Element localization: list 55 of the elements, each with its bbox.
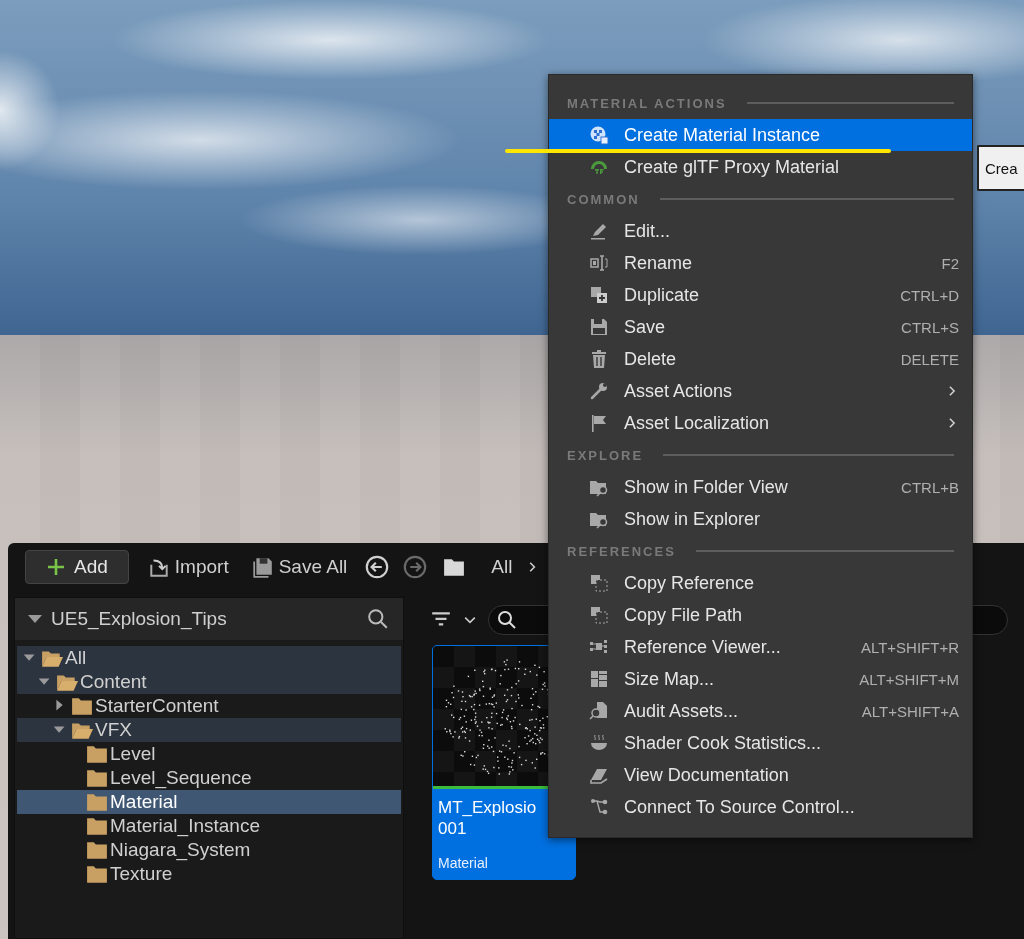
save-all-button[interactable]: Save All (246, 556, 352, 578)
menu-item[interactable]: Create Material Instance (549, 119, 972, 151)
folder-icon (85, 863, 109, 885)
steaming-bowl-icon (589, 733, 609, 753)
folder-tree-item[interactable]: Level (17, 742, 401, 766)
rename-icon (589, 253, 609, 273)
flag-icon (589, 413, 609, 433)
menu-item[interactable]: Asset Localization (549, 407, 972, 439)
folder-tree-item[interactable]: Content (17, 670, 401, 694)
pencil-icon (589, 221, 609, 241)
folder-tree-item[interactable]: StarterContent (17, 694, 401, 718)
project-title: UE5_Explosion_Tips (51, 608, 228, 630)
folder-tree-item[interactable]: Level_Sequence (17, 766, 401, 790)
section-heading: COMMON (567, 191, 640, 207)
menu-item[interactable]: Edit... (549, 215, 972, 247)
floppy-disk-icon (250, 556, 275, 578)
breadcrumb-item[interactable]: All (491, 556, 513, 578)
section-heading: REFERENCES (567, 543, 676, 559)
search-icon (497, 610, 517, 630)
wrench-icon (589, 381, 609, 401)
import-button[interactable]: Import (142, 556, 233, 578)
add-button[interactable]: Add (25, 550, 129, 584)
folder-tree-item[interactable]: Material (17, 790, 401, 814)
folder-icon (85, 791, 109, 813)
menu-item[interactable]: Show in Explorer (549, 503, 972, 535)
menu-item[interactable]: Delete DELETE (549, 343, 972, 375)
folder-tree-item[interactable]: Material_Instance (17, 814, 401, 838)
checker-circle-icon (589, 125, 609, 145)
magnifier-document-icon (589, 701, 609, 721)
folder-tree-item[interactable]: Niagara_System (17, 838, 401, 862)
menu-item[interactable]: Save CTRL+S (549, 311, 972, 343)
menu-item[interactable]: Show in Folder View CTRL+B (549, 471, 972, 503)
duplicate-icon (589, 285, 609, 305)
tooltip-text: Crea (985, 159, 1018, 177)
folder-tree-item[interactable]: Texture (17, 862, 401, 886)
folder-tree-item[interactable]: VFX (17, 718, 401, 742)
folder-tree-item[interactable]: All (17, 646, 401, 670)
section-heading: MATERIAL ACTIONS (567, 95, 727, 111)
branch-nodes-icon (589, 797, 609, 817)
copy-icon (589, 605, 609, 625)
menu-item[interactable]: Duplicate CTRL+D (549, 279, 972, 311)
menu-item[interactable]: Copy File Path (549, 599, 972, 631)
plus-icon (46, 557, 66, 577)
section-heading: EXPLORE (567, 447, 644, 463)
menu-item[interactable]: Copy Reference (549, 567, 972, 599)
menu-item[interactable]: Create glTF Proxy Material (549, 151, 972, 183)
menu-item[interactable]: Asset Actions (549, 375, 972, 407)
search-icon (367, 608, 389, 630)
asset-name: MT_Explosio 001 (437, 797, 538, 839)
asset-type: Material (437, 855, 489, 873)
trash-icon (589, 349, 609, 369)
menu-item[interactable]: Rename F2 (549, 247, 972, 279)
grid-blocks-icon (589, 669, 609, 689)
copy-icon (589, 573, 609, 593)
folder-icon (85, 839, 109, 861)
